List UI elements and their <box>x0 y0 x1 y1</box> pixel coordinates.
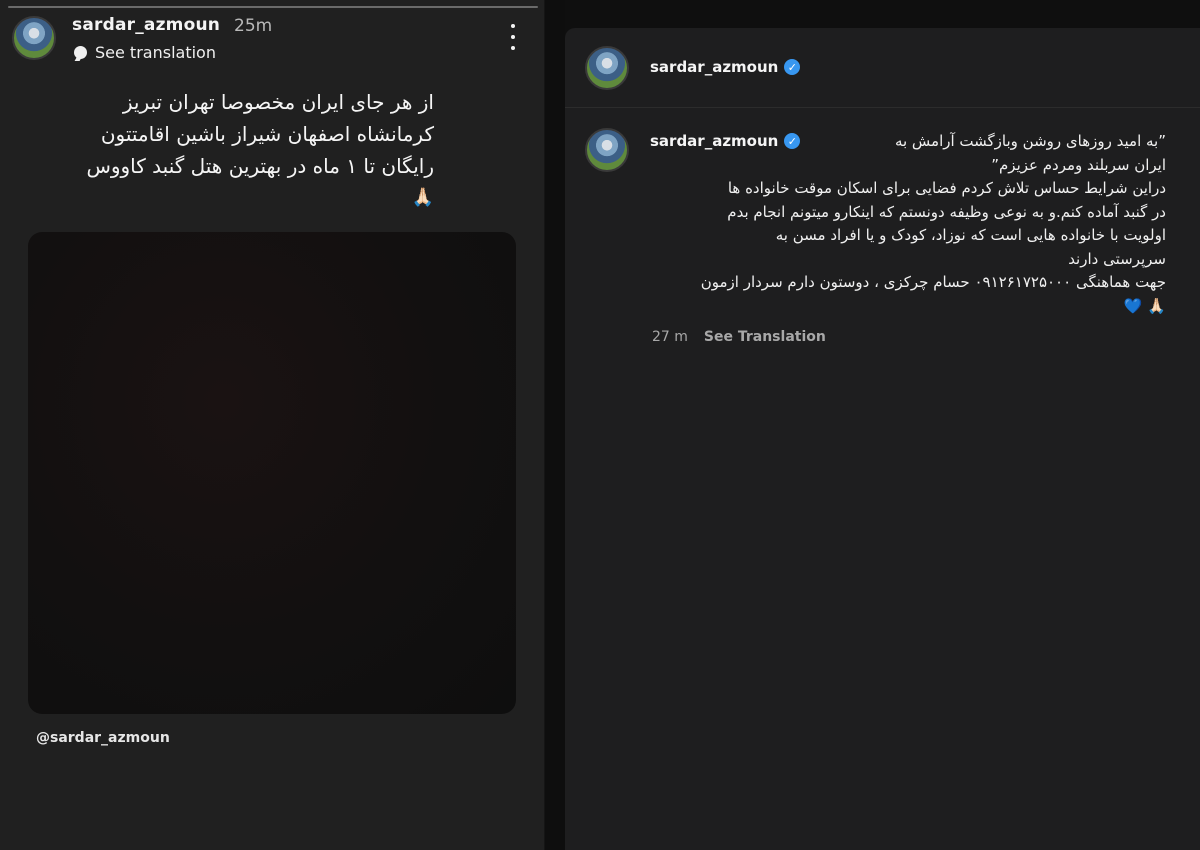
caption-avatar[interactable] <box>585 128 629 172</box>
story-username[interactable]: sardar_azmoun <box>72 15 220 35</box>
post-header: sardar_azmoun ✓ <box>565 28 1200 108</box>
caption-line: در گنبد آماده کنم.و به نوعی وظیفه دونستم… <box>727 202 1166 221</box>
globe-icon <box>74 46 87 59</box>
story-text-line: رایگان تا ۱ ماه در بهترین هتل گنبد کاووس <box>86 154 434 178</box>
story-progress-bar <box>8 6 538 8</box>
story-text-line: از هر جای ایران مخصوصا تهران تبریز <box>122 90 434 114</box>
see-translation-button[interactable]: See translation <box>74 43 216 62</box>
caption-emoji-line: 🙏🏻 💙 <box>1123 296 1166 315</box>
caption-line: سرپرستی دارند <box>1068 249 1166 268</box>
story-mention[interactable]: @sardar_azmoun <box>36 730 170 746</box>
caption-line: جهت هماهنگی ۰۹۱۲۶۱۷۲۵۰۰۰ حسام چرکزی ، دو… <box>700 273 1166 291</box>
caption-line: اولویت با خانواده هایی است که نوزاد، کود… <box>775 226 1166 244</box>
story-panel: sardar_azmoun 25m See translation از هر … <box>0 0 545 850</box>
caption-line: ”به امید روزهای روشن وبازگشت آرامش به <box>894 132 1166 150</box>
post-time: 27 m <box>652 329 688 345</box>
post-username[interactable]: sardar_azmoun <box>650 58 778 76</box>
verified-icon: ✓ <box>784 59 801 75</box>
story-time: 25m <box>234 16 273 36</box>
post-avatar[interactable] <box>585 46 629 90</box>
story-media[interactable] <box>28 232 516 714</box>
story-text: از هر جای ایران مخصوصا تهران تبریز کرمان… <box>86 86 434 214</box>
caption-line: ایران سربلند ومردم عزیزم” <box>991 155 1166 174</box>
pray-emoji: 🙏🏻 <box>411 187 434 208</box>
caption-line: دراین شرایط حساس تلاش کردم فضایی برای اس… <box>727 179 1166 197</box>
story-avatar[interactable] <box>12 16 56 60</box>
story-text-line: کرمانشاه اصفهان شیراز باشین اقامتتون <box>100 122 434 146</box>
post-panel: sardar_azmoun ✓ sardar_azmoun ✓ ”به امید… <box>565 28 1200 850</box>
more-icon[interactable] <box>505 24 521 50</box>
post-author[interactable]: sardar_azmoun ✓ <box>650 58 801 76</box>
see-translation-label: See translation <box>95 43 216 62</box>
see-translation-link[interactable]: See Translation <box>704 329 826 345</box>
post-caption: ”به امید روزهای روشن وبازگشت آرامش به ای… <box>650 130 1166 318</box>
caption-meta: 27 m See Translation <box>652 329 826 345</box>
panel-gap <box>545 0 565 850</box>
